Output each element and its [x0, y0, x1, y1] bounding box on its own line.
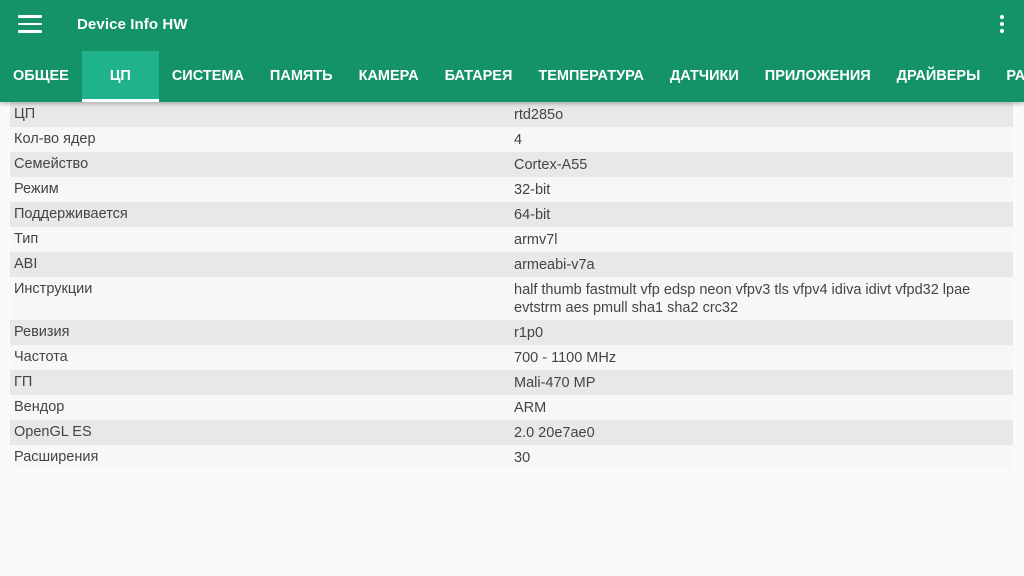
row-value: rtd285o: [514, 107, 564, 123]
table-row: Вендор ARM: [10, 395, 1013, 420]
table-row: OpenGL ES 2.0 20e7ae0: [10, 420, 1013, 445]
app-bar: Device Info HW ОБЩЕЕ ЦП СИСТЕМА ПАМЯТЬ К…: [0, 0, 1024, 102]
tab-system[interactable]: СИСТЕМА: [159, 51, 257, 102]
table-row: ГП Mali-470 MP: [10, 370, 1013, 395]
more-options-icon[interactable]: [998, 15, 1006, 35]
table-row: Тип armv7l: [10, 227, 1013, 252]
row-value: half thumb fastmult vfp edsp neon vfpv3 …: [514, 282, 971, 316]
row-key: Частота: [14, 349, 68, 365]
row-value: 30: [514, 450, 531, 466]
table-row: Семейство Cortex-A55: [10, 152, 1013, 177]
row-value: Cortex-A55: [514, 157, 588, 173]
cpu-info-table: ЦП rtd285o Кол-во ядер 4 Семейство Corte…: [10, 102, 1013, 470]
row-value: armv7l: [514, 232, 558, 248]
tab-battery[interactable]: БАТАРЕЯ: [432, 51, 526, 102]
row-value: 64-bit: [514, 207, 551, 223]
tab-cpu[interactable]: ЦП: [81, 51, 159, 102]
row-key: Поддерживается: [14, 206, 128, 222]
table-row: Кол-во ядер 4: [10, 127, 1013, 152]
row-key: ABI: [14, 256, 38, 272]
row-value: 2.0 20e7ae0: [514, 425, 595, 441]
table-row: Частота 700 - 1100 MHz: [10, 345, 1013, 370]
table-row: Инструкции half thumb fastmult vfp edsp …: [10, 277, 1013, 320]
tab-drivers[interactable]: ДРАЙВЕРЫ: [884, 51, 994, 102]
table-row: ABI armeabi-v7a: [10, 252, 1013, 277]
row-value: armeabi-v7a: [514, 257, 595, 273]
table-row: Ревизия r1p0: [10, 320, 1013, 345]
tab-camera[interactable]: КАМЕРА: [346, 51, 432, 102]
row-key: Инструкции: [14, 281, 93, 297]
row-key: Расширения: [14, 449, 99, 465]
table-row: Поддерживается 64-bit: [10, 202, 1013, 227]
row-key: ГП: [14, 374, 33, 390]
row-key: Режим: [14, 181, 59, 197]
row-key: Кол-во ядер: [14, 131, 96, 147]
tab-sizes[interactable]: РАЗМ: [993, 51, 1024, 102]
row-key: Семейство: [14, 156, 89, 172]
row-value: r1p0: [514, 325, 544, 341]
row-value: ARM: [514, 400, 547, 416]
tab-temperature[interactable]: ТЕМПЕРАТУРА: [525, 51, 657, 102]
row-key: OpenGL ES: [14, 424, 92, 440]
table-row: Расширения 30: [10, 445, 1013, 470]
row-key: Вендор: [14, 399, 65, 415]
tab-general[interactable]: ОБЩЕЕ: [0, 51, 82, 102]
tab-apps[interactable]: ПРИЛОЖЕНИЯ: [752, 51, 884, 102]
row-value: Mali-470 MP: [514, 375, 596, 391]
row-key: Тип: [14, 231, 39, 247]
row-value: 4: [514, 132, 523, 148]
tab-bar: ОБЩЕЕ ЦП СИСТЕМА ПАМЯТЬ КАМЕРА БАТАРЕЯ Т…: [0, 51, 1024, 102]
app-title: Device Info HW: [77, 16, 188, 33]
tab-memory[interactable]: ПАМЯТЬ: [257, 51, 346, 102]
hamburger-menu-icon[interactable]: [18, 15, 42, 35]
row-key: ЦП: [14, 106, 36, 122]
tab-sensors[interactable]: ДАТЧИКИ: [657, 51, 752, 102]
row-key: Ревизия: [14, 324, 70, 340]
row-value: 700 - 1100 MHz: [514, 350, 617, 366]
table-row: Режим 32-bit: [10, 177, 1013, 202]
row-value: 32-bit: [514, 182, 551, 198]
table-row: ЦП rtd285o: [10, 102, 1013, 127]
